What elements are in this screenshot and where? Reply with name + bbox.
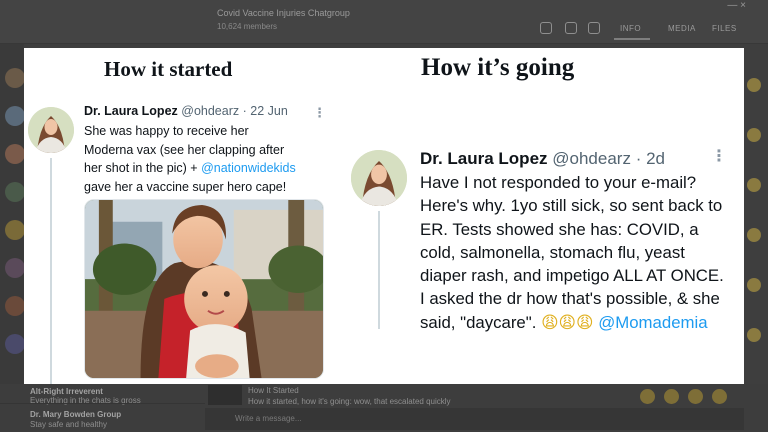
tweet-photo[interactable]	[84, 199, 324, 379]
tweet-header: Dr. Laura Lopez @ohdearz · 2d	[420, 149, 665, 169]
author-handle[interactable]: @ohdearz	[552, 149, 631, 168]
tab-media[interactable]: MEDIA	[668, 24, 696, 33]
tweet-text-part: Have I not responded to your e-mail? Her…	[420, 173, 724, 332]
chat-avatar[interactable]	[5, 220, 25, 240]
more-options-icon[interactable]: ⋮	[313, 106, 326, 119]
chat-preview: Stay safe and healthy	[30, 420, 107, 429]
chat-avatar[interactable]	[5, 182, 25, 202]
meme-image[interactable]: How it started How it’s going Dr. Laura …	[24, 48, 744, 384]
reaction-icon[interactable]	[712, 389, 727, 404]
chat-name: Alt-Right Irreverent	[30, 387, 103, 396]
heading-how-its-going: How it’s going	[421, 54, 575, 81]
emoji-icon[interactable]	[747, 128, 761, 142]
tweet-text: She was happy to receive her Moderna vax…	[84, 122, 296, 196]
tab-info[interactable]: INFO	[620, 24, 641, 33]
tweet-date[interactable]: 2d	[646, 149, 665, 168]
message-input-placeholder: Write a message...	[235, 414, 302, 423]
author-handle[interactable]: @ohdearz	[181, 104, 239, 118]
chat-list-sidebar	[0, 44, 25, 432]
author-avatar-image	[28, 107, 74, 153]
author-avatar-image	[351, 150, 407, 206]
chat-name: Dr. Mary Bowden Group	[30, 410, 122, 419]
emoji-icon[interactable]	[747, 178, 761, 192]
more-menu-icon[interactable]	[588, 22, 600, 34]
weary-face-emoji-icon: 😩😩😩	[541, 312, 594, 332]
message-text: How it started, how it's going: wow, tha…	[248, 397, 451, 406]
chat-list-item[interactable]: Alt-Right Irreverent	[30, 387, 103, 396]
tweet-date[interactable]: 22 Jun	[250, 104, 288, 118]
emoji-icon[interactable]	[747, 228, 761, 242]
chat-title[interactable]: Covid Vaccine Injuries Chatgroup	[217, 8, 350, 18]
dot-separator: ·	[630, 149, 647, 168]
reaction-icon[interactable]	[664, 389, 679, 404]
chat-avatar[interactable]	[5, 334, 25, 354]
chat-member-count: 10,624 members	[217, 22, 278, 31]
reaction-icon[interactable]	[688, 389, 703, 404]
chat-avatar[interactable]	[5, 296, 25, 316]
chat-avatar[interactable]	[5, 258, 25, 278]
chat-header: Covid Vaccine Injuries Chatgroup 10,624 …	[0, 0, 768, 44]
tweet-text: Have I not responded to your e-mail? Her…	[420, 171, 730, 334]
author-avatar[interactable]	[28, 107, 74, 153]
active-tab-indicator	[614, 38, 650, 40]
chat-avatar[interactable]	[5, 106, 25, 126]
author-avatar[interactable]	[351, 150, 407, 206]
author-name[interactable]: Dr. Laura Lopez	[84, 104, 178, 118]
author-name[interactable]: Dr. Laura Lopez	[420, 149, 548, 168]
message-thumbnail[interactable]	[208, 385, 242, 405]
thread-line	[50, 158, 52, 384]
emoji-icon[interactable]	[747, 328, 761, 342]
mention-link[interactable]: @nationwidekids	[201, 161, 296, 175]
more-options-icon[interactable]: ⋮	[711, 149, 727, 165]
message-input[interactable]: Write a message...	[205, 408, 744, 430]
call-icon[interactable]	[565, 22, 577, 34]
mention-link[interactable]: @Momademia	[594, 313, 707, 332]
dot-separator: ·	[239, 104, 251, 118]
heading-how-it-started: How it started	[104, 57, 233, 81]
thread-line	[378, 211, 380, 329]
tweet-text-part: gave her a vaccine super hero cape!	[84, 179, 287, 194]
divider	[0, 403, 205, 404]
emoji-icon[interactable]	[747, 78, 761, 92]
chat-avatar[interactable]	[5, 144, 25, 164]
reaction-column	[744, 44, 768, 384]
chat-avatar[interactable]	[5, 68, 25, 88]
reaction-icon[interactable]	[640, 389, 655, 404]
tweet-photo-image	[85, 200, 323, 378]
chat-list-item[interactable]: Dr. Mary Bowden Group	[30, 410, 121, 419]
window-controls[interactable]: — ×	[727, 0, 746, 11]
tab-files[interactable]: FILES	[712, 24, 737, 33]
search-icon[interactable]	[540, 22, 552, 34]
message-title: How It Started	[248, 386, 299, 395]
tweet-header: Dr. Laura Lopez @ohdearz · 22 Jun	[84, 104, 288, 118]
emoji-icon[interactable]	[747, 278, 761, 292]
